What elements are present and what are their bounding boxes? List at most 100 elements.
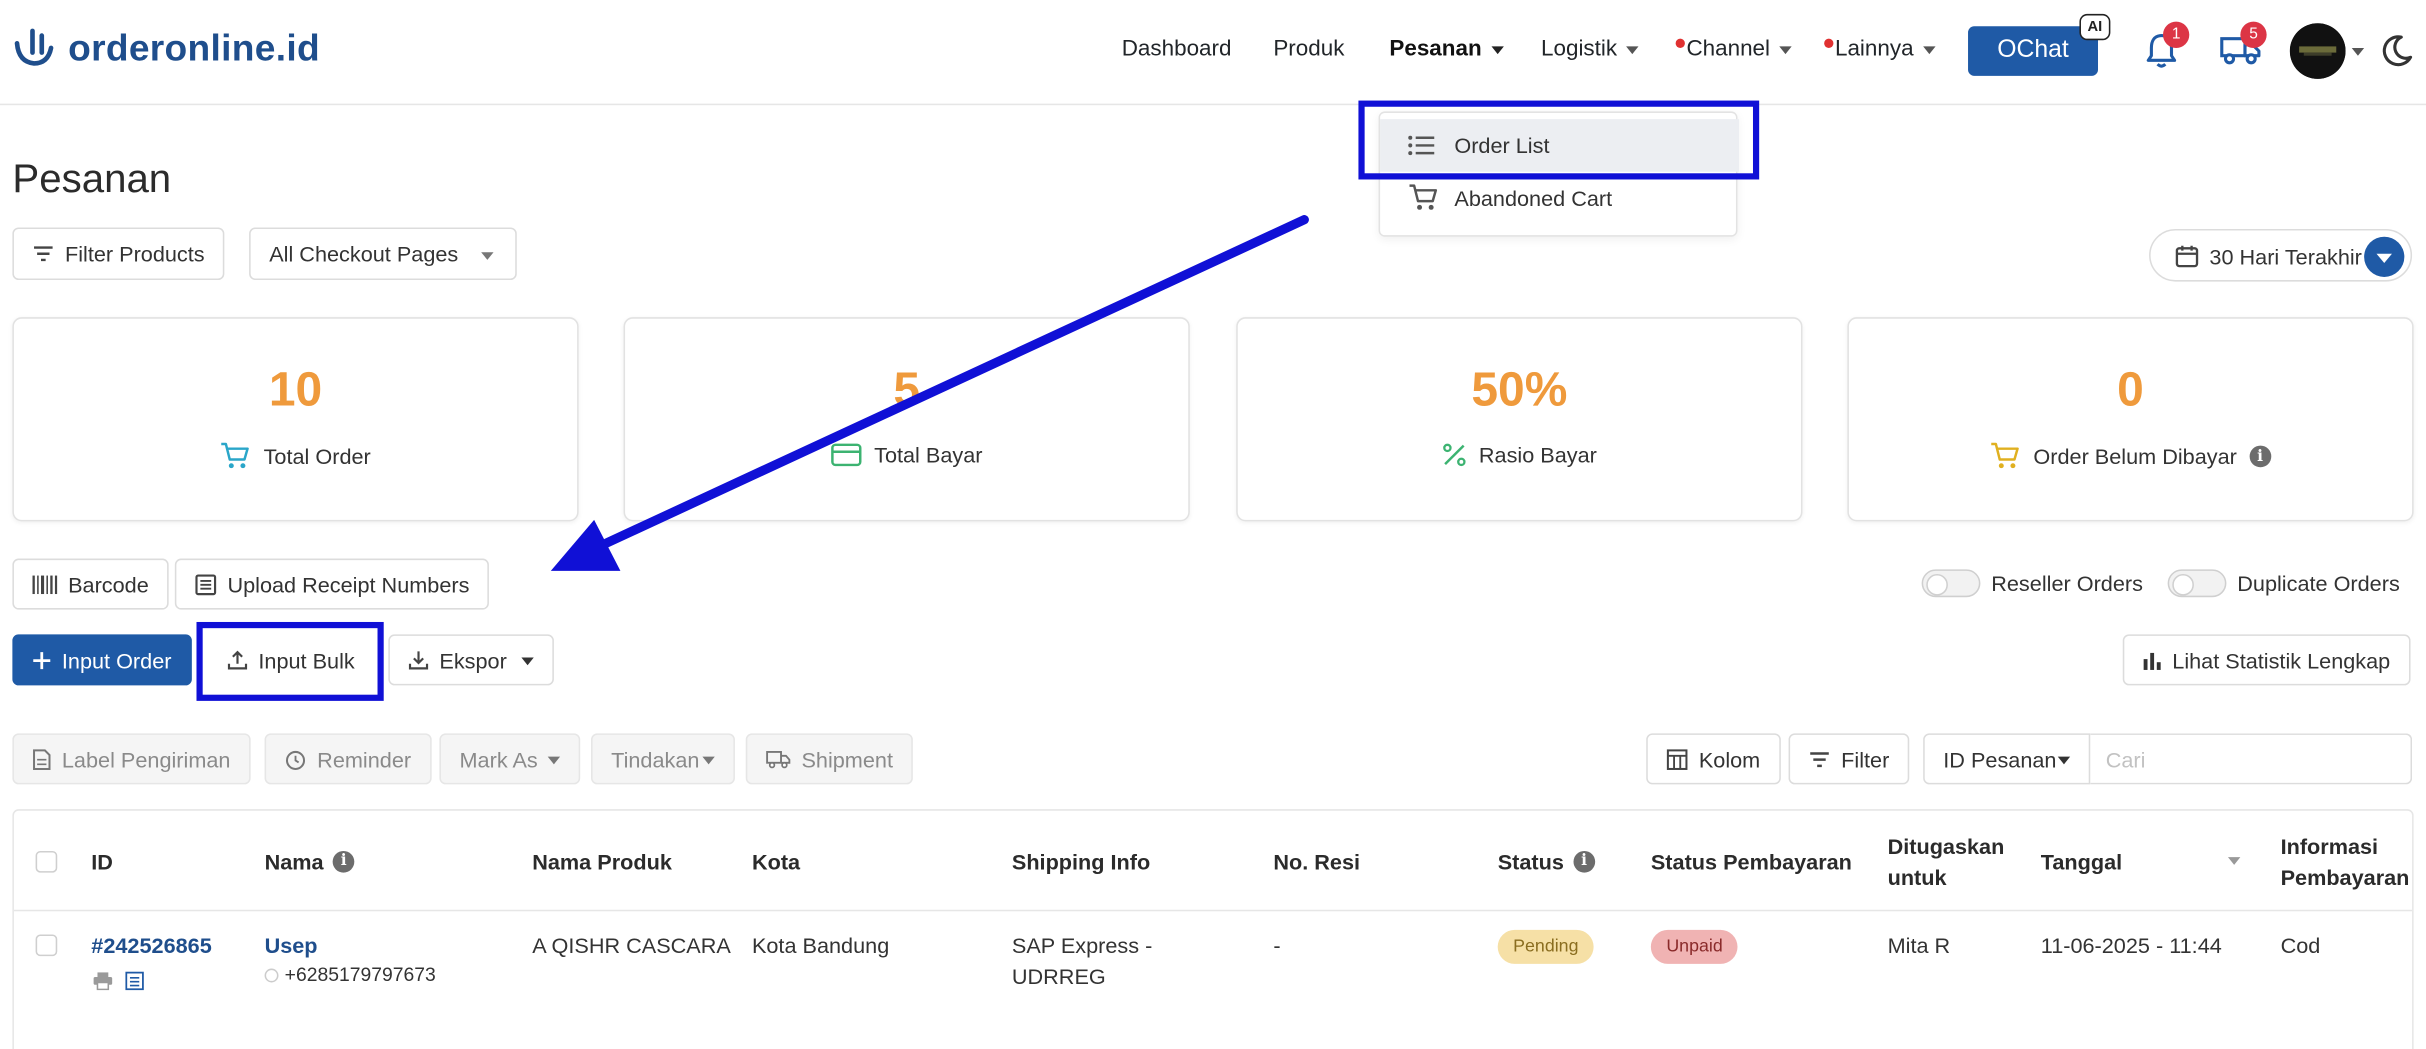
input-order-button[interactable]: Input Order: [12, 634, 192, 686]
stat-label: Total Bayar: [874, 442, 983, 468]
stat-label-row: Rasio Bayar: [1238, 442, 1801, 467]
columns-icon: [1666, 748, 1688, 770]
shipment-button[interactable]: Shipment: [745, 733, 914, 785]
search-field-select[interactable]: ID Pesanan: [1923, 733, 2091, 785]
barcode-icon: [32, 574, 58, 594]
chevron-down-icon: [521, 657, 534, 666]
info-icon[interactable]: i: [1573, 850, 1595, 873]
column-header-nama-produk[interactable]: Nama Produk: [532, 846, 672, 877]
shipping-info-line1: SAP Express -: [1011, 932, 1153, 958]
menu-item-abandoned-cart[interactable]: Abandoned Cart: [1380, 172, 1739, 225]
truck-icon: [766, 750, 791, 768]
table-row[interactable]: #242526865 Usep +6285179797673 A QISHR C…: [14, 913, 2412, 1049]
download-icon: [408, 651, 429, 670]
stat-value: 0: [2117, 362, 2144, 417]
column-header-ditugaskan[interactable]: Ditugaskan untuk: [1888, 831, 2012, 893]
stat-label-row: Total Order: [14, 442, 577, 470]
label-pengiriman-button[interactable]: Label Pengiriman: [12, 733, 251, 785]
column-header-no-resi[interactable]: No. Resi: [1273, 846, 1360, 877]
ekspor-button[interactable]: Ekspor: [388, 634, 554, 686]
tindakan-label: Tindakan: [611, 746, 700, 772]
printer-icon[interactable]: [93, 972, 113, 991]
column-header-nama[interactable]: Nama i: [265, 846, 355, 877]
column-header-informasi-pembayaran[interactable]: Informasi Pembayaran: [2281, 831, 2414, 893]
upload-receipt-label: Upload Receipt Numbers: [227, 571, 470, 597]
search-placeholder: Cari: [2105, 746, 2146, 772]
ai-badge: AI: [2079, 13, 2111, 41]
filter-products-button[interactable]: Filter Products: [12, 227, 225, 281]
detail-list-icon[interactable]: [125, 971, 144, 991]
brand-logo[interactable]: orderonline.id: [12, 25, 320, 75]
filter-button[interactable]: Filter: [1788, 733, 1910, 785]
info-icon[interactable]: i: [332, 850, 355, 873]
theme-toggle[interactable]: [2380, 34, 2414, 76]
ekspor-label: Ekspor: [439, 647, 507, 673]
shipping-info-line2: UDRREG: [1011, 963, 1106, 989]
column-header-kota[interactable]: Kota: [752, 846, 800, 877]
status-badge: Pending: [1497, 929, 1594, 964]
column-header-status-pembayaran[interactable]: Status Pembayaran: [1651, 846, 1852, 877]
select-all-checkbox[interactable]: [35, 850, 58, 873]
reminder-button[interactable]: Reminder: [264, 733, 432, 785]
lihat-statistik-button[interactable]: Lihat Statistik Lengkap: [2122, 634, 2411, 686]
customer-name-link[interactable]: Usep: [265, 930, 318, 961]
chevron-down-icon[interactable]: [2351, 47, 2365, 56]
column-header-tanggal[interactable]: Tanggal: [2041, 846, 2122, 877]
nav-channel[interactable]: Channel: [1675, 37, 1792, 62]
cart-icon: [221, 442, 250, 469]
label-pengiriman-label: Label Pengiriman: [61, 746, 231, 772]
city: Kota Bandung: [751, 932, 890, 958]
nav-produk[interactable]: Produk: [1273, 37, 1344, 62]
bar-chart-icon: [2143, 652, 2161, 670]
search-input[interactable]: Cari: [2090, 733, 2413, 785]
reseller-orders-label: Reseller Orders: [1991, 570, 2143, 596]
date-range-dropdown-icon[interactable]: [2364, 236, 2405, 277]
document-icon: [33, 748, 51, 770]
column-header-shipping-info[interactable]: Shipping Info: [1012, 846, 1150, 877]
order-id-link[interactable]: #242526865: [91, 930, 211, 961]
nav-dashboard[interactable]: Dashboard: [1122, 37, 1232, 62]
chevron-down-icon: [1626, 45, 1639, 54]
column-header-status[interactable]: Status i: [1498, 846, 1595, 877]
reseller-orders-toggle[interactable]: [1921, 569, 1981, 598]
date-range-picker[interactable]: 30 Hari Terakhir: [2149, 228, 2413, 282]
alarm-icon: [285, 750, 306, 770]
column-header-id[interactable]: ID: [91, 846, 113, 877]
mark-as-dropdown[interactable]: Mark As: [439, 733, 581, 785]
duplicate-orders-toggle[interactable]: [2167, 569, 2227, 598]
info-icon[interactable]: i: [2249, 445, 2271, 468]
notification-dot: [1675, 38, 1685, 48]
checkout-pages-select[interactable]: All Checkout Pages: [249, 227, 517, 281]
row-checkbox[interactable]: [35, 934, 58, 957]
nav-pesanan[interactable]: Pesanan: [1389, 37, 1504, 62]
search-field-value: ID Pesanan: [1943, 746, 2057, 772]
chevron-down-icon: [481, 252, 494, 260]
chevron-down-icon: [1779, 45, 1792, 54]
assigned-to: Mita R: [1887, 932, 1951, 958]
card-icon: [831, 443, 862, 467]
ochat-button[interactable]: OChat: [1968, 26, 2099, 76]
cart-icon: [1409, 184, 1438, 210]
lihat-statistik-label: Lihat Statistik Lengkap: [2172, 647, 2391, 673]
barcode-label: Barcode: [68, 571, 149, 597]
stat-value: 5: [893, 362, 921, 417]
calendar-icon: [2175, 245, 2199, 268]
sort-descending-icon[interactable]: [2227, 857, 2241, 865]
tindakan-dropdown[interactable]: Tindakan: [591, 733, 735, 785]
stat-label: Total Order: [263, 444, 371, 469]
brand-name: orderonline.id: [68, 27, 320, 70]
barcode-button[interactable]: Barcode: [12, 558, 169, 610]
product-name: A QISHR CASCARA: [532, 932, 731, 958]
kolom-label: Kolom: [1698, 746, 1761, 772]
nav-logistik[interactable]: Logistik: [1541, 37, 1639, 62]
upload-receipt-button[interactable]: Upload Receipt Numbers: [174, 558, 490, 610]
avatar[interactable]: [2289, 23, 2346, 79]
nav-lainnya[interactable]: Lainnya: [1824, 37, 1936, 62]
kolom-button[interactable]: Kolom: [1646, 733, 1781, 785]
filter-icon: [1810, 751, 1829, 767]
checkout-pages-value: All Checkout Pages: [269, 241, 459, 267]
plus-icon: [33, 651, 51, 669]
stat-label-row: Order Belum Dibayar i: [1849, 442, 2412, 470]
stat-value: 50%: [1471, 362, 1568, 417]
shipping-count: 5: [2240, 21, 2267, 48]
